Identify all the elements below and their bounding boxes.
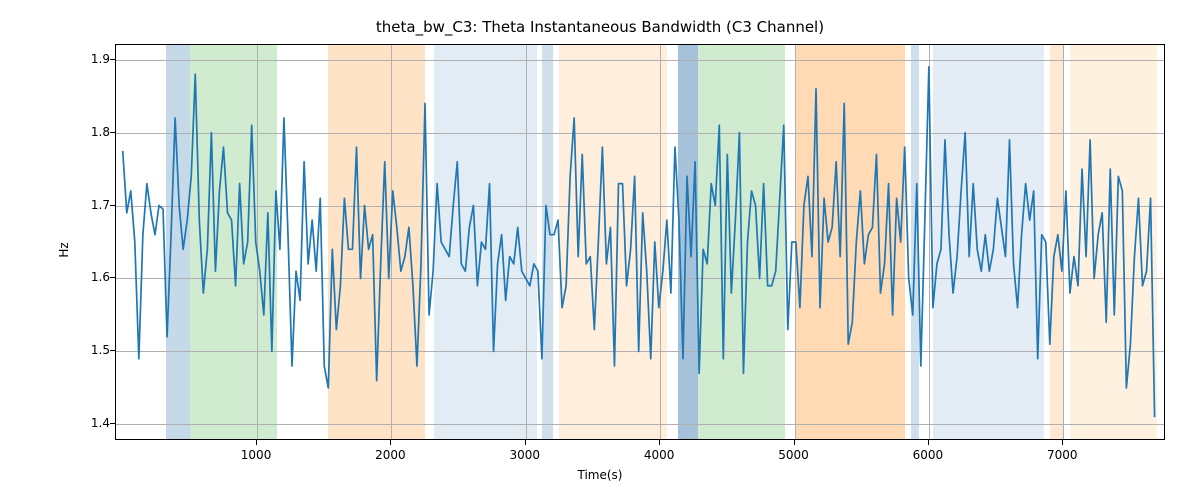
x-tick-label: 2000 [375, 448, 406, 462]
chart-title: theta_bw_C3: Theta Instantaneous Bandwid… [0, 18, 1200, 36]
x-tick-mark [390, 440, 391, 445]
x-tick-label: 5000 [778, 448, 809, 462]
x-tick-mark [256, 440, 257, 445]
y-tick-mark [110, 423, 115, 424]
y-tick-mark [110, 205, 115, 206]
line-series [116, 45, 1164, 439]
chart-axes [115, 44, 1165, 440]
y-tick-label: 1.7 [80, 198, 110, 212]
x-tick-mark [659, 440, 660, 445]
y-tick-mark [110, 59, 115, 60]
y-tick-label: 1.9 [80, 52, 110, 66]
x-tick-mark [1062, 440, 1063, 445]
x-tick-label: 6000 [913, 448, 944, 462]
x-tick-mark [525, 440, 526, 445]
y-tick-label: 1.4 [80, 416, 110, 430]
y-tick-label: 1.6 [80, 270, 110, 284]
x-tick-label: 4000 [644, 448, 675, 462]
y-tick-label: 1.8 [80, 125, 110, 139]
y-axis-label: Hz [57, 242, 71, 257]
x-axis-label: Time(s) [0, 468, 1200, 482]
x-tick-label: 1000 [241, 448, 272, 462]
y-tick-label: 1.5 [80, 343, 110, 357]
x-tick-mark [794, 440, 795, 445]
x-tick-label: 7000 [1047, 448, 1078, 462]
y-tick-mark [110, 350, 115, 351]
x-tick-mark [928, 440, 929, 445]
y-tick-mark [110, 132, 115, 133]
y-tick-mark [110, 277, 115, 278]
x-tick-label: 3000 [510, 448, 541, 462]
chart-figure: theta_bw_C3: Theta Instantaneous Bandwid… [0, 0, 1200, 500]
